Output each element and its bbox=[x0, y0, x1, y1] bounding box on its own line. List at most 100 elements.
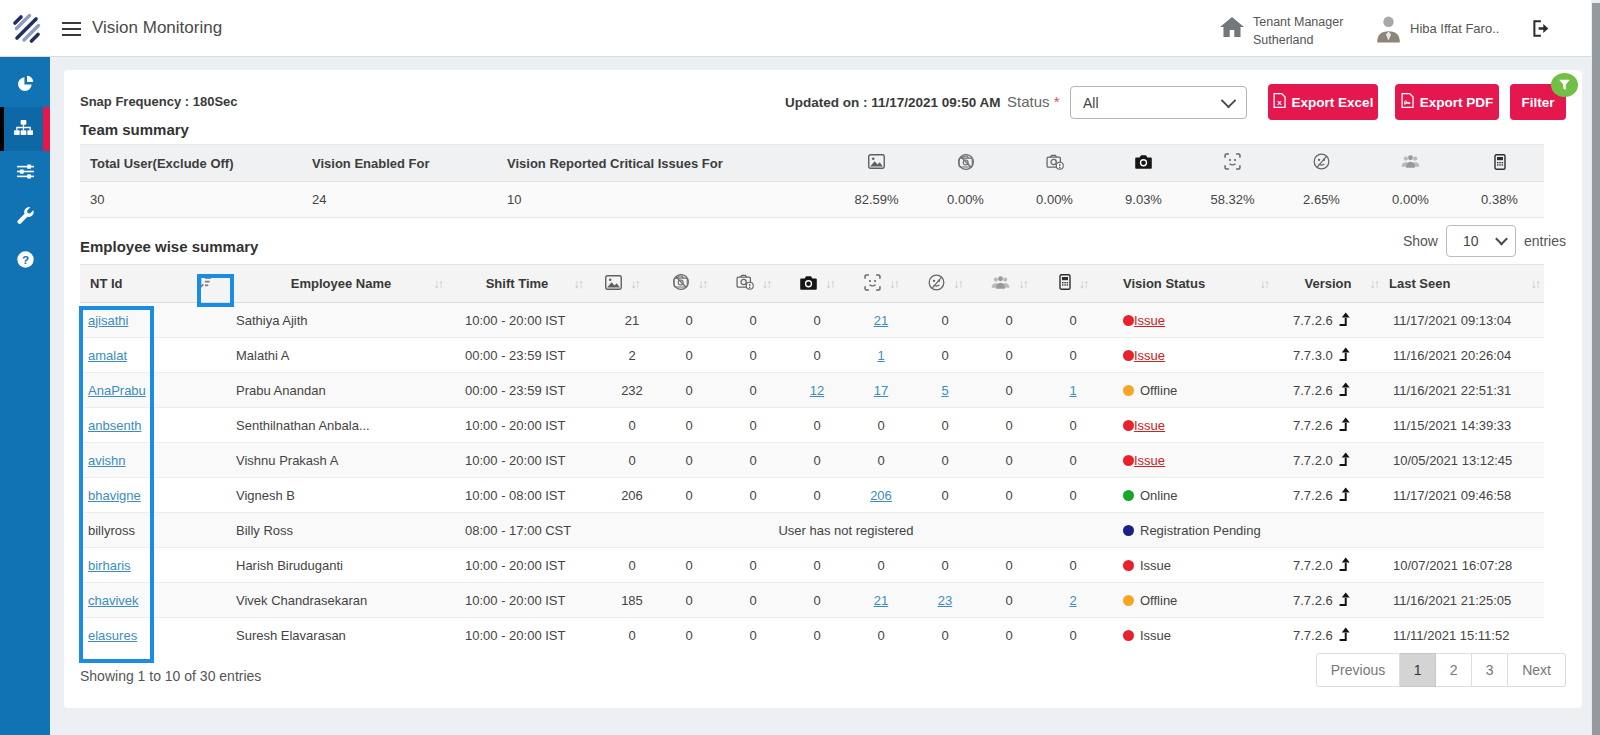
sort-icon[interactable]: ↓↑ bbox=[434, 277, 443, 291]
crowd-icon-column-header[interactable]: ↓↑ bbox=[977, 265, 1041, 303]
sidebar-item-settings[interactable] bbox=[0, 151, 50, 195]
sort-icon[interactable]: ↓↑ bbox=[630, 277, 639, 291]
count-cell: 0 bbox=[849, 408, 913, 443]
mobile-icon bbox=[1059, 274, 1071, 293]
column-label: NT Id bbox=[86, 276, 123, 291]
status-select[interactable]: All bbox=[1070, 86, 1247, 119]
vision-status-link[interactable]: Issue bbox=[1134, 348, 1165, 363]
mobile-icon bbox=[1455, 145, 1544, 182]
show-entries-select[interactable]: 10 bbox=[1446, 225, 1516, 257]
column-header-shift-time[interactable]: Shift Time↓↑ bbox=[447, 265, 587, 303]
sidebar-item-dashboard[interactable] bbox=[0, 63, 50, 107]
sort-icon[interactable]: ↓↑ bbox=[574, 277, 583, 291]
count-cell: 0 bbox=[977, 303, 1041, 338]
export-excel-button[interactable]: xExport Excel bbox=[1268, 84, 1378, 120]
employee-name-cell: Sathiya Ajith bbox=[235, 303, 447, 338]
count-link[interactable]: 206 bbox=[870, 488, 892, 503]
logout-icon[interactable] bbox=[1532, 20, 1551, 41]
shift-time-cell: 10:00 - 20:00 IST bbox=[447, 408, 587, 443]
shift-time-cell: 10:00 - 20:00 IST bbox=[447, 583, 587, 618]
count-link[interactable]: 21 bbox=[874, 593, 888, 608]
sidebar-item-team-monitoring[interactable] bbox=[0, 107, 50, 151]
column-header-version[interactable]: Version↓↑ bbox=[1273, 265, 1383, 303]
sidebar-item-tools[interactable] bbox=[0, 195, 50, 239]
sort-icon[interactable]: ↓↑ bbox=[889, 277, 898, 291]
count-cell: 5 bbox=[913, 373, 977, 408]
camera-filled-icon-column-header[interactable]: ↓↑ bbox=[785, 265, 849, 303]
count-cell: 0 bbox=[587, 443, 657, 478]
column-header-vision-status[interactable]: Vision Status↓↑ bbox=[1105, 265, 1273, 303]
count-cell: 0 bbox=[721, 408, 785, 443]
column-header-employee-name[interactable]: Employee Name↓↑ bbox=[235, 265, 447, 303]
page-button-2[interactable]: 2 bbox=[1436, 653, 1472, 687]
sort-icon[interactable]: ↓↑ bbox=[698, 277, 707, 291]
count-link[interactable]: 2 bbox=[1069, 593, 1076, 608]
face-issue-icon-column-header[interactable]: ↓↑ bbox=[913, 265, 977, 303]
shift-time-cell: 08:00 - 17:00 CST bbox=[447, 513, 587, 548]
sidebar: ? bbox=[0, 57, 50, 735]
pie-chart-icon bbox=[17, 75, 34, 96]
vision-status-link[interactable]: Issue bbox=[1134, 453, 1165, 468]
face-scan-icon-column-header[interactable]: ↓↑ bbox=[849, 265, 913, 303]
count-cell: 0 bbox=[849, 618, 913, 653]
vertical-scrollbar[interactable] bbox=[1591, 0, 1600, 735]
scrollbar-thumb[interactable] bbox=[1592, 3, 1600, 735]
image-icon bbox=[832, 145, 921, 182]
image-icon-column-header[interactable]: ↓↑ bbox=[587, 265, 657, 303]
sort-icon[interactable]: ↓↑ bbox=[1018, 277, 1027, 291]
filter-button[interactable]: Filter bbox=[1510, 84, 1566, 120]
count-cell: 0 bbox=[1041, 618, 1105, 653]
count-cell: 0 bbox=[721, 618, 785, 653]
face-scan-icon bbox=[1188, 145, 1277, 182]
team-summary-percent: 82.59% bbox=[832, 182, 921, 218]
hamburger-menu-icon[interactable] bbox=[62, 22, 81, 39]
sort-icon[interactable]: ↓↑ bbox=[1531, 277, 1540, 291]
count-link[interactable]: 17 bbox=[874, 383, 888, 398]
count-link[interactable]: 21 bbox=[874, 313, 888, 328]
sort-icon[interactable]: ↓↑ bbox=[762, 277, 771, 291]
team-summary-table: Total User(Exclude Off)Vision Enabled Fo… bbox=[80, 144, 1544, 218]
sort-icon[interactable]: ↓↑ bbox=[825, 277, 834, 291]
home-icon[interactable] bbox=[1220, 16, 1244, 42]
version-cell-td: 7.7.2.6 bbox=[1273, 478, 1383, 513]
shift-time-cell: 10:00 - 08:00 IST bbox=[447, 478, 587, 513]
count-link[interactable]: 5 bbox=[941, 383, 948, 398]
column-header-last-seen[interactable]: Last Seen↓↑ bbox=[1383, 265, 1544, 303]
vision-status-cell: Issue bbox=[1105, 548, 1273, 583]
status-label: Status * bbox=[1007, 93, 1060, 110]
page-button-previous[interactable]: Previous bbox=[1316, 653, 1400, 687]
svg-text:?: ? bbox=[21, 252, 28, 265]
status-dot bbox=[1123, 420, 1134, 431]
sidebar-item-help[interactable]: ? bbox=[0, 239, 50, 283]
count-link[interactable]: 1 bbox=[1069, 383, 1076, 398]
vision-status-link[interactable]: Issue bbox=[1134, 418, 1165, 433]
user-avatar-icon[interactable] bbox=[1374, 14, 1403, 47]
sort-icon[interactable]: ↓↑ bbox=[953, 277, 962, 291]
count-cell: 0 bbox=[587, 618, 657, 653]
count-link[interactable]: 23 bbox=[938, 593, 952, 608]
sort-icon[interactable]: ↓↑ bbox=[1370, 277, 1379, 291]
count-cell: 0 bbox=[657, 548, 721, 583]
count-cell: 0 bbox=[977, 618, 1041, 653]
version-cell-td: 7.7.2.0 bbox=[1273, 548, 1383, 583]
count-link[interactable]: 12 bbox=[810, 383, 824, 398]
count-cell: 0 bbox=[721, 583, 785, 618]
upgrade-icon bbox=[1338, 557, 1350, 574]
page-button-1[interactable]: 1 bbox=[1400, 653, 1436, 687]
vision-status-link[interactable]: Issue bbox=[1134, 313, 1165, 328]
vision-status-text: Issue bbox=[1140, 558, 1171, 573]
page-button-3[interactable]: 3 bbox=[1472, 653, 1508, 687]
count-cell: 0 bbox=[785, 443, 849, 478]
camera-off-icon-column-header[interactable]: ↓↑ bbox=[657, 265, 721, 303]
count-cell: 0 bbox=[1041, 443, 1105, 478]
count-cell: 0 bbox=[1041, 478, 1105, 513]
sort-icon[interactable]: ↓↑ bbox=[1079, 277, 1088, 291]
mobile-icon-column-header[interactable]: ↓↑ bbox=[1041, 265, 1105, 303]
camera-clock-icon-column-header[interactable]: ↓↑ bbox=[721, 265, 785, 303]
sort-icon[interactable]: ↓↑ bbox=[1260, 277, 1269, 291]
count-link[interactable]: 1 bbox=[877, 348, 884, 363]
employee-name-cell: Harish Biruduganti bbox=[235, 548, 447, 583]
page-button-next[interactable]: Next bbox=[1508, 653, 1566, 687]
employee-name-cell: Senthilnathan Anbala... bbox=[235, 408, 447, 443]
export-pdf-button[interactable]: Export PDF bbox=[1395, 84, 1499, 120]
